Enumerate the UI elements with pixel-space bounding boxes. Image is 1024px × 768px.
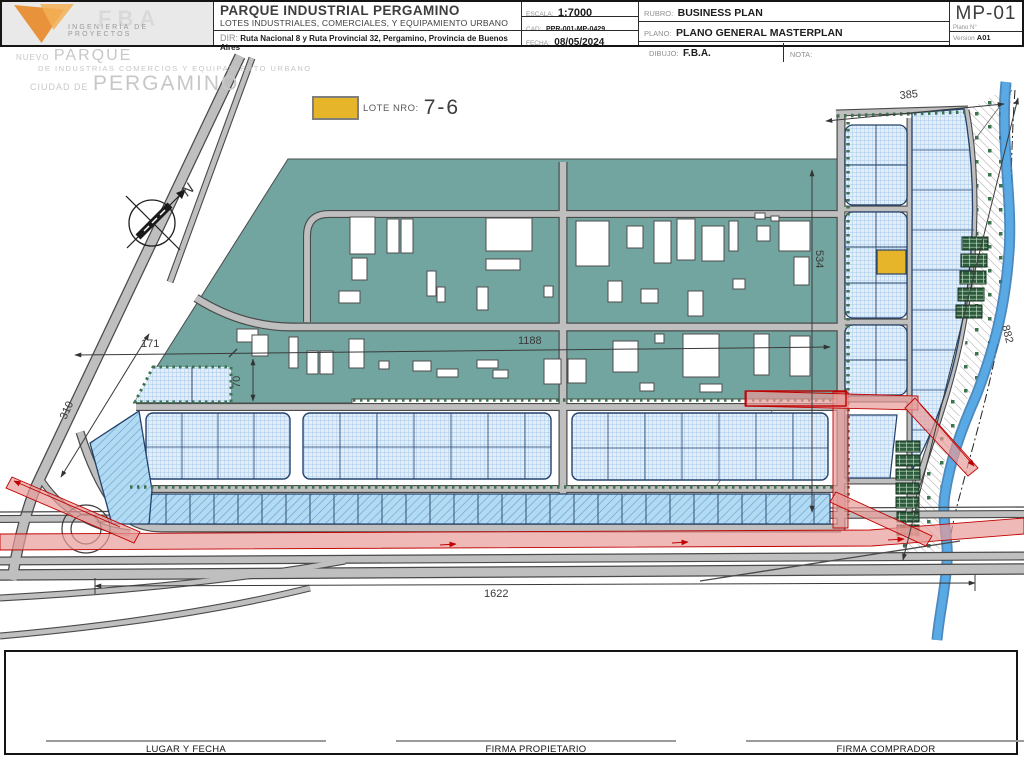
title-block: FBA INGENIERÍA DE PROYECTOS PARQUE INDUS… (0, 0, 1024, 62)
project-watermark: NUEVO PARQUE DE INDUSTRIAS COMERCIOS Y E… (16, 47, 312, 95)
wm-parque: PARQUE (53, 47, 133, 64)
fecha-label: FECHA: (526, 40, 550, 46)
logo-panel: FBA INGENIERÍA DE PROYECTOS (2, 2, 213, 45)
nota-label: NOTA: (789, 50, 813, 59)
dim-385: 385 (899, 88, 919, 102)
wm-nuevo: NUEVO (16, 53, 50, 62)
lot-legend: LOTE NRO: 7-6 (312, 96, 460, 120)
dim-534: 534 (813, 250, 825, 268)
dim-882: 882 (999, 324, 1015, 345)
highlighted-lot-7-6 (876, 249, 907, 275)
wm-ciudad-de: CIUDAD DE (30, 81, 89, 92)
scale-cad-date-cell: ESCALA: 1:7000 CAD: PPR-001-MP-0429 FECH… (521, 2, 638, 45)
dim-70: 70 (231, 376, 243, 388)
plano-label: PLANO: (644, 29, 672, 38)
dim-1188: 1188 (518, 335, 542, 347)
rubro-label: RUBRO: (644, 9, 674, 18)
dim-1622: 1622 (484, 588, 508, 600)
masterplan-drawing: 385 534 882 171 1188 70 310 1622 N (0, 53, 1024, 641)
lot-legend-label: LOTE NRO: (363, 102, 419, 114)
wm-pergamino: PERGAMINO (92, 71, 240, 95)
lot-color-swatch (312, 96, 359, 120)
version-label: Version (953, 35, 975, 42)
fecha-value: 08/05/2024 (554, 37, 605, 46)
escala-value: 1:7000 (557, 7, 593, 17)
dir-label: DIR: (220, 33, 238, 43)
plano-value: PLANO GENERAL MASTERPLAN (675, 27, 843, 39)
rubro-plano-cell: RUBRO: BUSINESS PLAN PLANO: PLANO GENERA… (638, 2, 949, 62)
dim-171: 171 (141, 338, 159, 350)
project-title-cell: PARQUE INDUSTRIAL PERGAMINO LOTES INDUST… (213, 2, 521, 52)
lot-legend-value: 7-6 (423, 96, 461, 119)
dibujo-value: F.B.A. (683, 48, 711, 59)
dibujo-label: DIBUJO: (649, 49, 679, 58)
rubro-value: BUSINESS PLAN (677, 7, 763, 19)
corner-lot (89, 409, 153, 525)
sheet-number-cell: MP-01 Plano N° Version A01 (949, 2, 1022, 45)
version-value: A01 (976, 33, 991, 42)
sheet-code: MP-01 (955, 3, 1017, 24)
project-subtitle: LOTES INDUSTRIALES, COMERCIALES, Y EQUIP… (220, 18, 509, 28)
project-title: PARQUE INDUSTRIAL PERGAMINO (220, 3, 460, 18)
logo-tagline: INGENIERÍA DE PROYECTOS (68, 24, 149, 38)
masterplan-sheet: { "title_block": { "logo": { "company": … (0, 0, 1024, 768)
